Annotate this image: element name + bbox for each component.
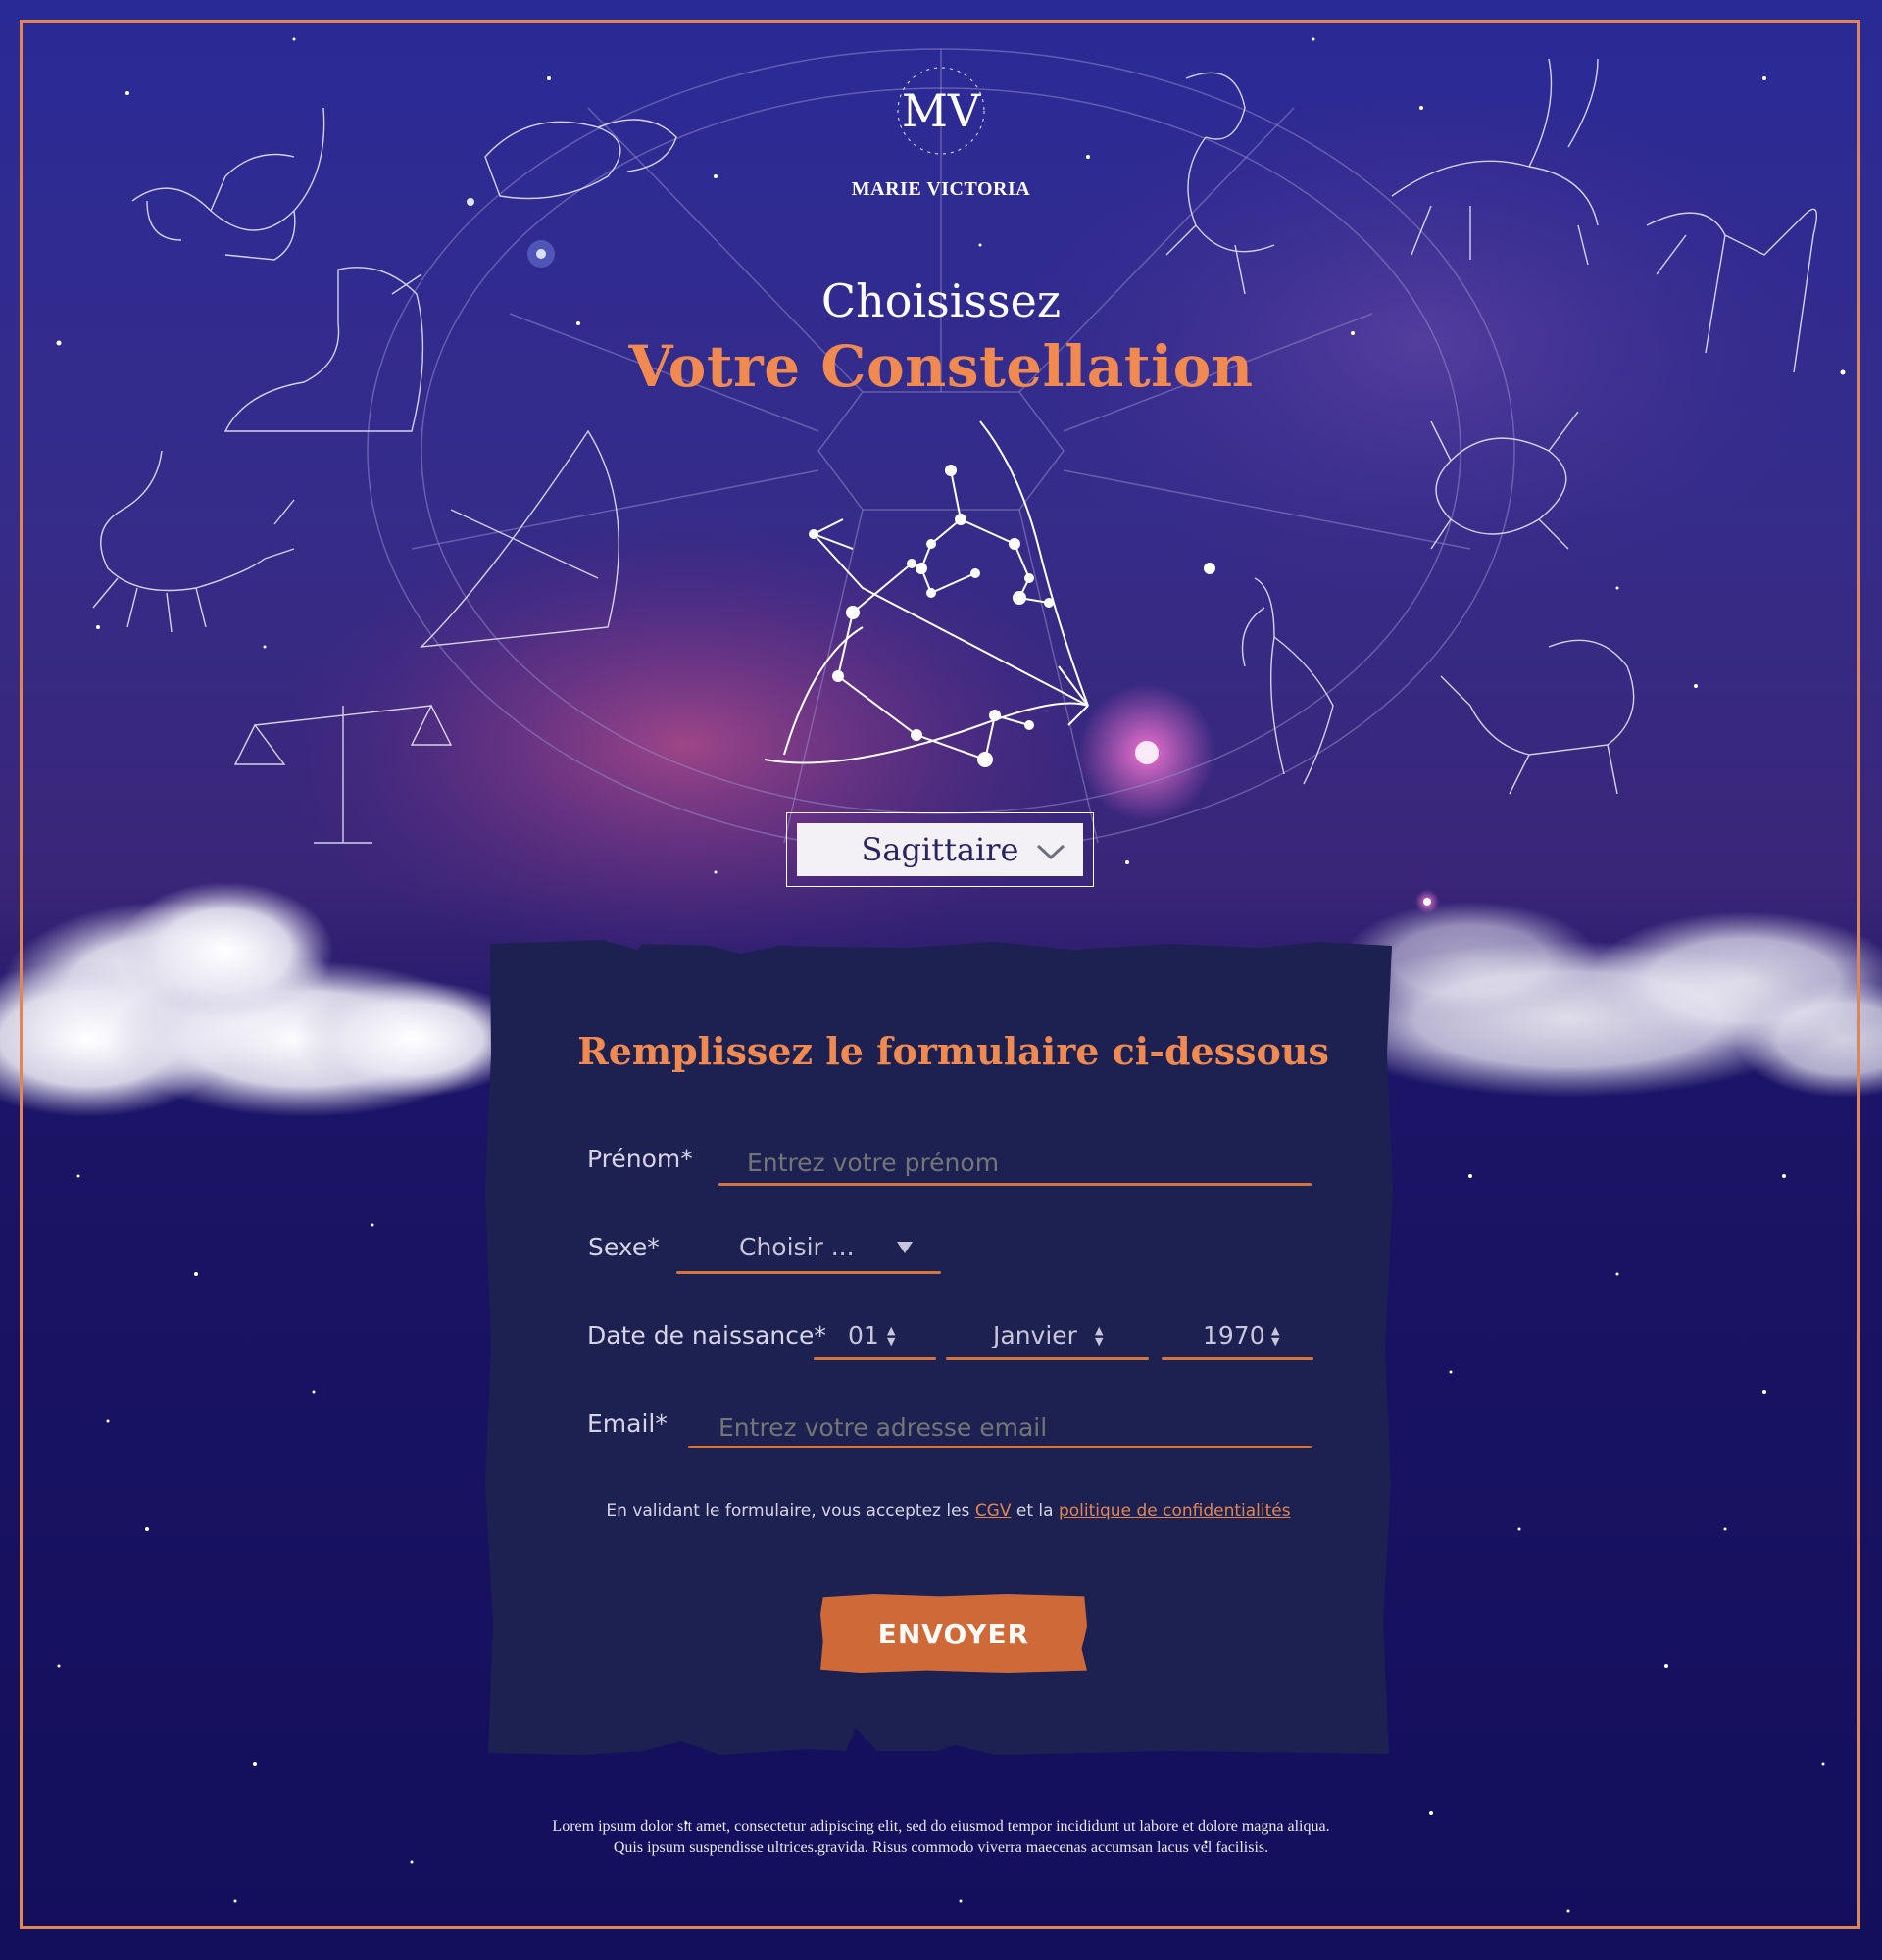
birth-month-value: Janvier (993, 1321, 1077, 1349)
email-underline (688, 1446, 1312, 1448)
footer-line-2: Quis ipsum suspendisse ultrices.gravida.… (613, 1839, 1269, 1856)
email-input[interactable] (717, 1407, 1309, 1446)
spinner-arrows-icon: ▲ ▼ (1095, 1324, 1104, 1348)
svg-text:MV: MV (902, 84, 981, 137)
legal-middle: et la (1015, 1501, 1054, 1521)
constellation-select-value: Sagittaire (861, 831, 1019, 868)
hero-line-2: Votre Constellation (628, 333, 1254, 400)
birth-year-select[interactable]: 1970 ▲ ▼ (1162, 1313, 1313, 1360)
birth-month-underline (946, 1357, 1149, 1360)
birth-year-value: 1970 (1203, 1321, 1265, 1349)
cgv-link[interactable]: CGV (975, 1501, 1012, 1521)
gender-select-value: Choisir ... (739, 1233, 855, 1261)
constellation-select[interactable]: Sagittaire (797, 823, 1083, 876)
spinner-arrows-icon: ▲ ▼ (887, 1324, 896, 1348)
footer-line-1: Lorem ipsum dolor sit amet, consectetur … (552, 1818, 1330, 1835)
firstname-input[interactable] (745, 1143, 1308, 1182)
firstname-underline (718, 1183, 1312, 1186)
privacy-policy-link[interactable]: politique de confidentialités (1059, 1501, 1291, 1521)
gender-select[interactable]: Choisir ... (676, 1225, 941, 1272)
birth-day-underline (814, 1357, 936, 1360)
birth-day-value: 01 (848, 1321, 879, 1349)
firstname-label: Prénom* (587, 1145, 693, 1173)
birth-day-select[interactable]: 01 ▲ ▼ (814, 1313, 936, 1360)
birth-month-select[interactable]: Janvier ▲ ▼ (946, 1313, 1149, 1360)
form-title: Remplissez le formulaire ci-dessous (577, 1029, 1329, 1073)
gender-label: Sexe* (588, 1233, 660, 1261)
caret-down-icon (897, 1242, 913, 1253)
legal-prefix: En validant le formulaire, vous acceptez… (606, 1501, 970, 1521)
brand-logo[interactable]: MV MARIE VICTORIA (843, 57, 1039, 204)
brand-name: MARIE VICTORIA (851, 178, 1031, 200)
birthdate-label: Date de naissance* (587, 1321, 826, 1349)
monogram-icon: MV (897, 67, 985, 155)
legal-notice: En validant le formulaire, vous acceptez… (485, 1501, 1412, 1521)
footer-text: Lorem ipsum dolor sit amet, consectetur … (0, 1816, 1882, 1859)
gender-underline (676, 1271, 941, 1274)
hero-line-1: Choisissez (820, 274, 1062, 327)
email-label: Email* (587, 1409, 668, 1438)
chevron-down-icon (1036, 844, 1065, 860)
constellation-select-frame: Sagittaire (786, 812, 1094, 887)
submit-button[interactable]: ENVOYER (820, 1594, 1087, 1673)
birth-year-underline (1162, 1357, 1313, 1360)
spinner-arrows-icon: ▲ ▼ (1271, 1324, 1280, 1348)
